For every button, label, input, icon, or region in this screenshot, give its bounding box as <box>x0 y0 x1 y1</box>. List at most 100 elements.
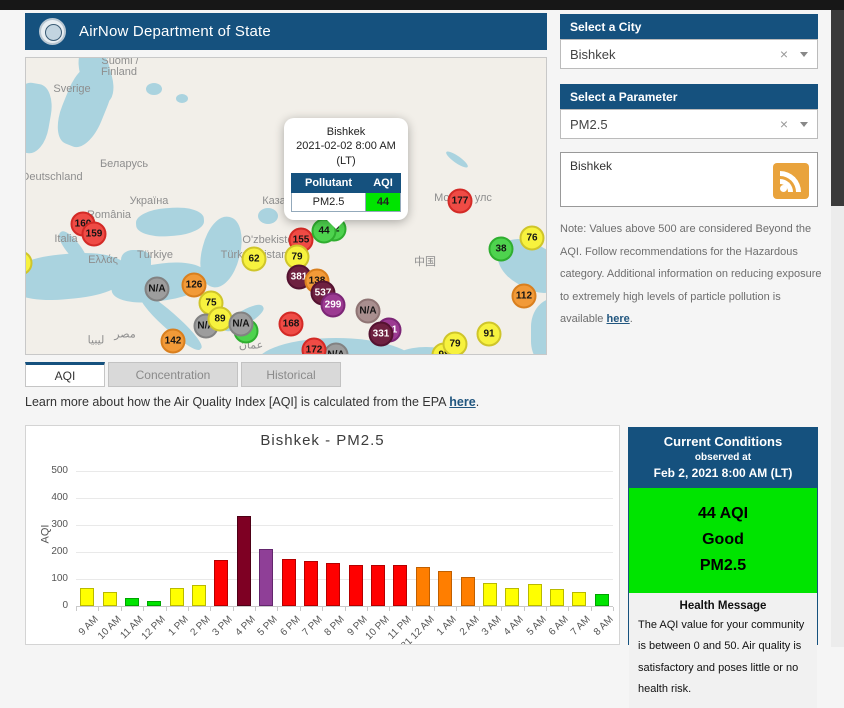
map-country-label: Türkiye <box>137 249 173 261</box>
chart-bar-1-pm[interactable] <box>170 588 184 606</box>
map-country-label: Україна <box>130 195 169 207</box>
chart-bar-10-pm[interactable] <box>371 565 385 606</box>
chart-x-tick <box>210 607 211 611</box>
current-aqi-block: 44 AQI Good PM2.5 <box>629 488 817 593</box>
chart-x-axis-label: 3 AM <box>480 614 504 638</box>
health-message-title: Health Message <box>638 600 808 612</box>
chart-bar-2-pm[interactable] <box>192 585 206 606</box>
chart-x-axis-label: 4 PM <box>233 614 257 638</box>
aqi-note-text: Note: Values above 500 are considered Be… <box>560 218 822 331</box>
popup-pollutant-value: PM2.5 <box>292 192 366 211</box>
chart-bar-5-pm[interactable] <box>259 549 273 606</box>
map[interactable]: Suomi /FinlandSverigeБеларусьDeutschland… <box>25 57 547 355</box>
aqi-marker[interactable]: N/A <box>229 312 254 337</box>
chart-x-axis-label: 8 AM <box>592 614 616 638</box>
water-lake <box>146 83 162 95</box>
scrollbar-thumb[interactable] <box>831 10 844 206</box>
chart-bar-6-am[interactable] <box>550 589 564 606</box>
select-city-header: Select a City <box>560 14 818 39</box>
chart-x-axis-label: 2 PM <box>189 614 213 638</box>
chart-x-tick <box>143 607 144 611</box>
aqi-marker[interactable]: 62 <box>242 247 267 272</box>
chart-x-tick <box>613 607 614 611</box>
aqi-marker[interactable]: 79 <box>443 332 468 356</box>
chart-bar-2-2-2021-12-am[interactable] <box>416 567 430 606</box>
note-here-link[interactable]: here <box>606 313 629 325</box>
chart-bar-4-pm[interactable] <box>237 516 251 606</box>
map-popup: Bishkek 2021-02-02 8:00 AM (LT) Pollutan… <box>284 118 408 220</box>
current-conditions-panel: Current Conditions observed at Feb 2, 20… <box>628 427 818 645</box>
map-country-label: Italia <box>54 233 77 245</box>
chart-bar-6-pm[interactable] <box>282 559 296 606</box>
chart-x-tick <box>322 607 323 611</box>
chart-bar-11-am[interactable] <box>125 598 139 606</box>
map-country-label: Finland <box>101 66 137 78</box>
chart-x-axis-label: 10 AM <box>96 614 124 642</box>
chart-bar-3-am[interactable] <box>483 583 497 606</box>
popup-table: Pollutant AQI PM2.5 44 <box>291 173 401 212</box>
rss-icon[interactable] <box>773 163 809 199</box>
chart-y-tick-label: 400 <box>26 492 68 503</box>
aqi-marker[interactable]: 38 <box>489 237 514 262</box>
aqi-marker[interactable]: 331 <box>369 322 394 347</box>
chart-bar-8-am[interactable] <box>595 594 609 606</box>
epa-here-link[interactable]: here <box>449 395 475 409</box>
aqi-marker[interactable]: 142 <box>161 329 186 354</box>
city-chevron-down-icon[interactable] <box>800 52 808 57</box>
aqi-marker[interactable]: 299 <box>321 293 346 318</box>
chart-bar-5-am[interactable] <box>528 584 542 606</box>
chart-bar-1-am[interactable] <box>438 571 452 606</box>
map-country-label: ليبيا <box>88 334 105 347</box>
aqi-marker[interactable]: 76 <box>520 226 545 251</box>
chart-bar-3-pm[interactable] <box>214 560 228 606</box>
observed-at-label: observed at <box>633 452 813 463</box>
chart-bar-9-pm[interactable] <box>349 565 363 606</box>
popup-col-aqi: AQI <box>366 173 401 192</box>
chart-bar-11-pm[interactable] <box>393 565 407 606</box>
map-country-label: Sverige <box>53 83 90 95</box>
chart-x-tick <box>412 607 413 611</box>
aqi-marker[interactable]: 168 <box>279 312 304 337</box>
aqi-marker[interactable]: 91 <box>477 322 502 347</box>
aqi-marker[interactable]: N/A <box>145 277 170 302</box>
rss-feed-box: Bishkek <box>560 152 818 207</box>
tab-concentration[interactable]: Concentration <box>108 362 238 387</box>
aqi-marker[interactable]: 172 <box>302 338 327 356</box>
map-country-label: مصر <box>114 328 136 341</box>
chart-x-tick <box>98 607 99 611</box>
chart-x-tick <box>591 607 592 611</box>
learn-more-suffix: . <box>476 395 479 409</box>
chart-x-tick <box>76 607 77 611</box>
chart-bar-12-pm[interactable] <box>147 601 161 606</box>
chart-bar-7-pm[interactable] <box>304 561 318 606</box>
aqi-marker[interactable]: 159 <box>82 222 107 247</box>
chart-bar-7-am[interactable] <box>572 592 586 606</box>
aqi-marker[interactable]: 112 <box>512 284 537 309</box>
city-dropdown[interactable]: Bishkek × <box>560 39 818 69</box>
chart-y-tick-label: 200 <box>26 546 68 557</box>
chart-gridline <box>76 552 613 553</box>
map-country-label: Deutschland <box>25 171 83 183</box>
water-aral-sea <box>258 208 278 224</box>
health-message-block: Health Message The AQI value for your co… <box>629 593 817 708</box>
chart-bar-2-am[interactable] <box>461 577 475 606</box>
city-clear-icon[interactable]: × <box>780 46 788 62</box>
chart-bar-10-am[interactable] <box>103 592 117 606</box>
window-top-strip <box>0 0 844 10</box>
chart-x-tick <box>434 607 435 611</box>
chart-y-tick-label: 0 <box>26 600 68 611</box>
map-country-label: Беларусь <box>100 158 148 170</box>
tab-historical[interactable]: Historical <box>241 362 341 387</box>
aqi-marker[interactable]: 177 <box>448 189 473 214</box>
tab-aqi[interactable]: AQI <box>25 362 105 387</box>
chart-bar-8-pm[interactable] <box>326 563 340 606</box>
parameter-clear-icon[interactable]: × <box>780 116 788 132</box>
chart-bar-4-am[interactable] <box>505 588 519 606</box>
chart-bar-9-am[interactable] <box>80 588 94 606</box>
aqi-marker[interactable]: N/A <box>356 299 381 324</box>
chart-x-tick <box>233 607 234 611</box>
scrollbar-track[interactable] <box>831 10 844 647</box>
parameter-chevron-down-icon[interactable] <box>800 122 808 127</box>
tab-bar: AQI Concentration Historical <box>25 362 341 387</box>
parameter-dropdown[interactable]: PM2.5 × <box>560 109 818 139</box>
